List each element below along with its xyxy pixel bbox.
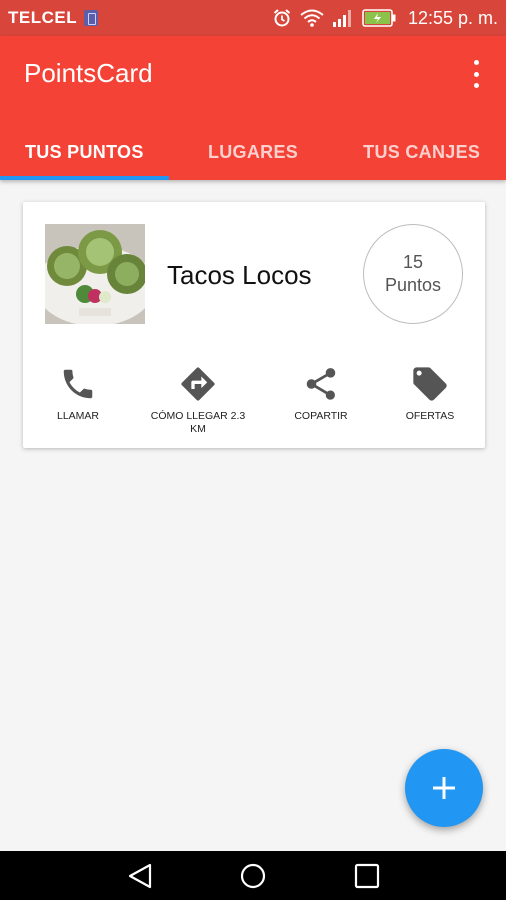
directions-button[interactable]: CÓMO LLEGAR 2.3 KM <box>143 362 253 436</box>
tab-tus-puntos[interactable]: TUS PUNTOS <box>0 124 169 180</box>
offers-button[interactable]: OFERTAS <box>375 362 485 423</box>
share-button[interactable]: COPARTIR <box>266 362 376 423</box>
tag-icon <box>413 367 447 401</box>
points-unit: Puntos <box>384 275 442 295</box>
status-icons: 12:55 p. m. <box>272 8 498 29</box>
carrier-name: TELCEL <box>8 8 78 27</box>
phone-icon <box>63 369 93 399</box>
system-nav-bar <box>0 851 506 900</box>
app-bar: PointsCard TUS PUNTOS LUGARES TUS CANJES <box>0 36 506 180</box>
recents-icon[interactable] <box>353 863 381 889</box>
alarm-icon <box>273 9 291 27</box>
back-icon[interactable] <box>126 863 154 889</box>
place-thumbnail <box>45 224 145 324</box>
signal-icon <box>332 10 351 27</box>
call-label: LLAMAR <box>56 410 99 422</box>
plus-icon <box>433 777 455 799</box>
app-title: PointsCard <box>24 58 153 88</box>
share-label: COPARTIR <box>294 410 348 422</box>
place-card[interactable]: Tacos Locos 15 Puntos LLAMAR CÓMO LLEGAR… <box>23 202 485 448</box>
add-fab-button[interactable] <box>405 749 483 827</box>
tab-tus-canjes[interactable]: TUS CANJES <box>337 124 506 180</box>
overflow-menu-icon[interactable] <box>464 60 488 88</box>
share-icon <box>306 368 336 400</box>
home-icon[interactable] <box>239 863 267 889</box>
call-button[interactable]: LLAMAR <box>23 362 133 423</box>
place-name: Tacos Locos <box>167 260 312 290</box>
points-badge: 15 Puntos <box>363 224 463 324</box>
offers-label: OFERTAS <box>405 410 455 422</box>
points-value: 15 <box>402 252 424 272</box>
directions-label: CÓMO LLEGAR 2.3 KM <box>150 410 246 435</box>
sim-icon <box>84 10 99 26</box>
tab-bar: TUS PUNTOS LUGARES TUS CANJES <box>0 124 506 180</box>
tab-lugares[interactable]: LUGARES <box>169 124 338 180</box>
directions-icon <box>181 367 215 401</box>
battery-icon <box>362 9 396 27</box>
status-bar: TELCEL 12:55 p. m. <box>0 0 506 36</box>
clock-time: 12:55 p. m. <box>407 7 498 28</box>
wifi-icon <box>300 9 324 27</box>
